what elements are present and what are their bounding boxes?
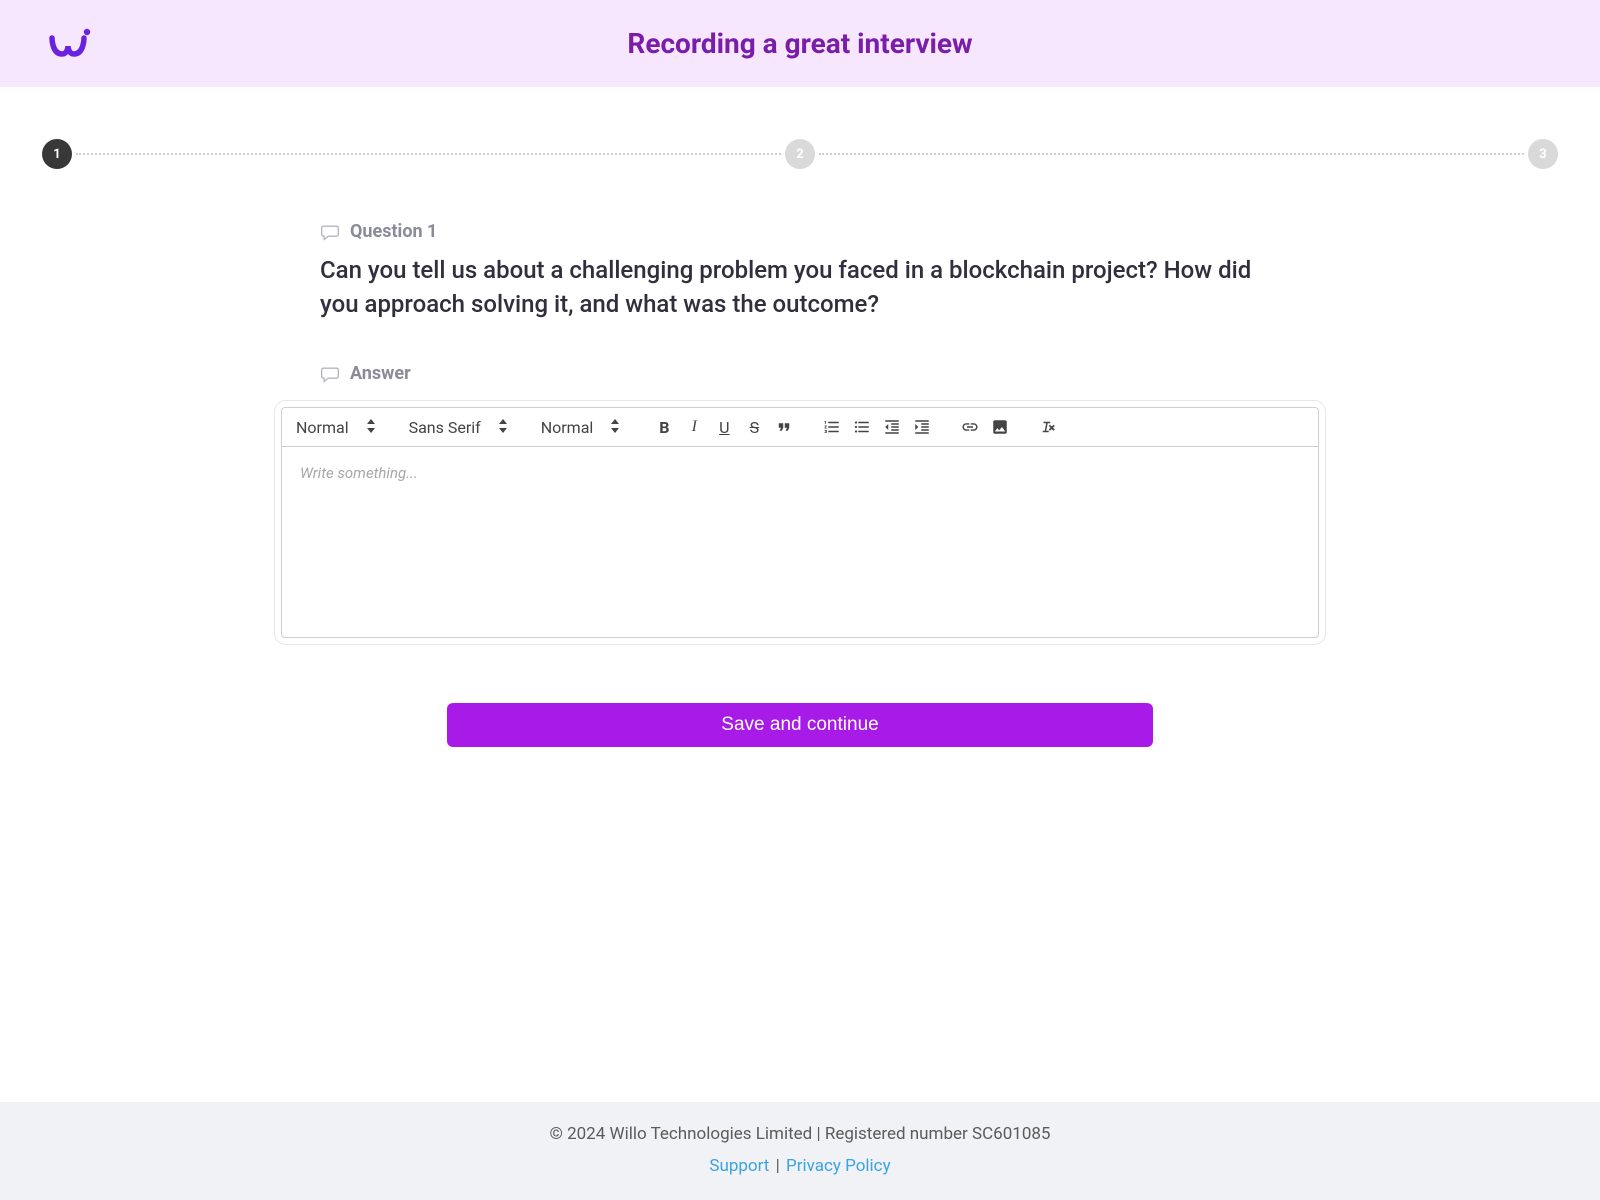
footer-links: Support | Privacy Policy <box>0 1156 1600 1176</box>
list-group <box>821 416 933 438</box>
chat-icon <box>320 364 340 384</box>
step-3[interactable]: 3 <box>1528 139 1558 169</box>
answer-label: Answer <box>350 363 411 384</box>
page-title: Recording a great interview <box>0 27 1600 60</box>
bold-button[interactable]: B <box>653 416 675 438</box>
editor-inner: Normal Sans Serif Normal <box>281 407 1319 638</box>
ordered-list-button[interactable] <box>821 416 843 438</box>
step-2[interactable]: 2 <box>785 139 815 169</box>
size-select-label: Normal <box>541 418 594 437</box>
heading-select[interactable]: Normal <box>296 418 383 437</box>
italic-button[interactable]: I <box>683 416 705 438</box>
format-group: B I U S <box>653 416 795 438</box>
outdent-button[interactable] <box>881 416 903 438</box>
privacy-link[interactable]: Privacy Policy <box>786 1156 891 1176</box>
page-footer: © 2024 Willo Technologies Limited | Regi… <box>0 1102 1600 1200</box>
image-button[interactable] <box>989 416 1011 438</box>
rich-text-editor: Normal Sans Serif Normal <box>274 400 1326 645</box>
footer-separator: | <box>776 1156 780 1176</box>
step-divider <box>76 153 781 155</box>
question-label: Question 1 <box>350 221 437 242</box>
step-1[interactable]: 1 <box>42 139 72 169</box>
bullet-list-button[interactable] <box>851 416 873 438</box>
question-label-row: Question 1 <box>320 221 1280 242</box>
footer-copyright: © 2024 Willo Technologies Limited | Regi… <box>0 1124 1600 1144</box>
clear-group <box>1037 416 1059 438</box>
font-select[interactable]: Sans Serif <box>409 418 515 437</box>
editor-placeholder: Write something... <box>300 464 418 482</box>
question-text: Can you tell us about a challenging prob… <box>320 254 1280 321</box>
answer-label-row: Answer <box>320 363 1280 384</box>
main-content: Question 1 Can you tell us about a chall… <box>300 221 1300 747</box>
save-continue-button[interactable]: Save and continue <box>447 703 1153 747</box>
updown-caret-icon <box>499 418 507 437</box>
font-select-label: Sans Serif <box>409 418 481 437</box>
strike-button[interactable]: S <box>743 416 765 438</box>
insert-group <box>959 416 1011 438</box>
editor-textarea[interactable]: Write something... <box>282 447 1318 637</box>
updown-caret-icon <box>367 418 375 437</box>
updown-caret-icon <box>611 418 619 437</box>
link-button[interactable] <box>959 416 981 438</box>
size-select[interactable]: Normal <box>541 418 628 437</box>
blockquote-button[interactable] <box>773 416 795 438</box>
underline-button[interactable]: U <box>713 416 735 438</box>
indent-button[interactable] <box>911 416 933 438</box>
support-link[interactable]: Support <box>709 1156 769 1176</box>
chat-icon <box>320 222 340 242</box>
app-header: Recording a great interview <box>0 0 1600 87</box>
brand-logo <box>48 24 98 68</box>
editor-toolbar: Normal Sans Serif Normal <box>282 408 1318 447</box>
progress-stepper: 1 2 3 <box>0 87 1600 213</box>
heading-select-label: Normal <box>296 418 349 437</box>
step-divider <box>819 153 1524 155</box>
clear-format-button[interactable] <box>1037 416 1059 438</box>
